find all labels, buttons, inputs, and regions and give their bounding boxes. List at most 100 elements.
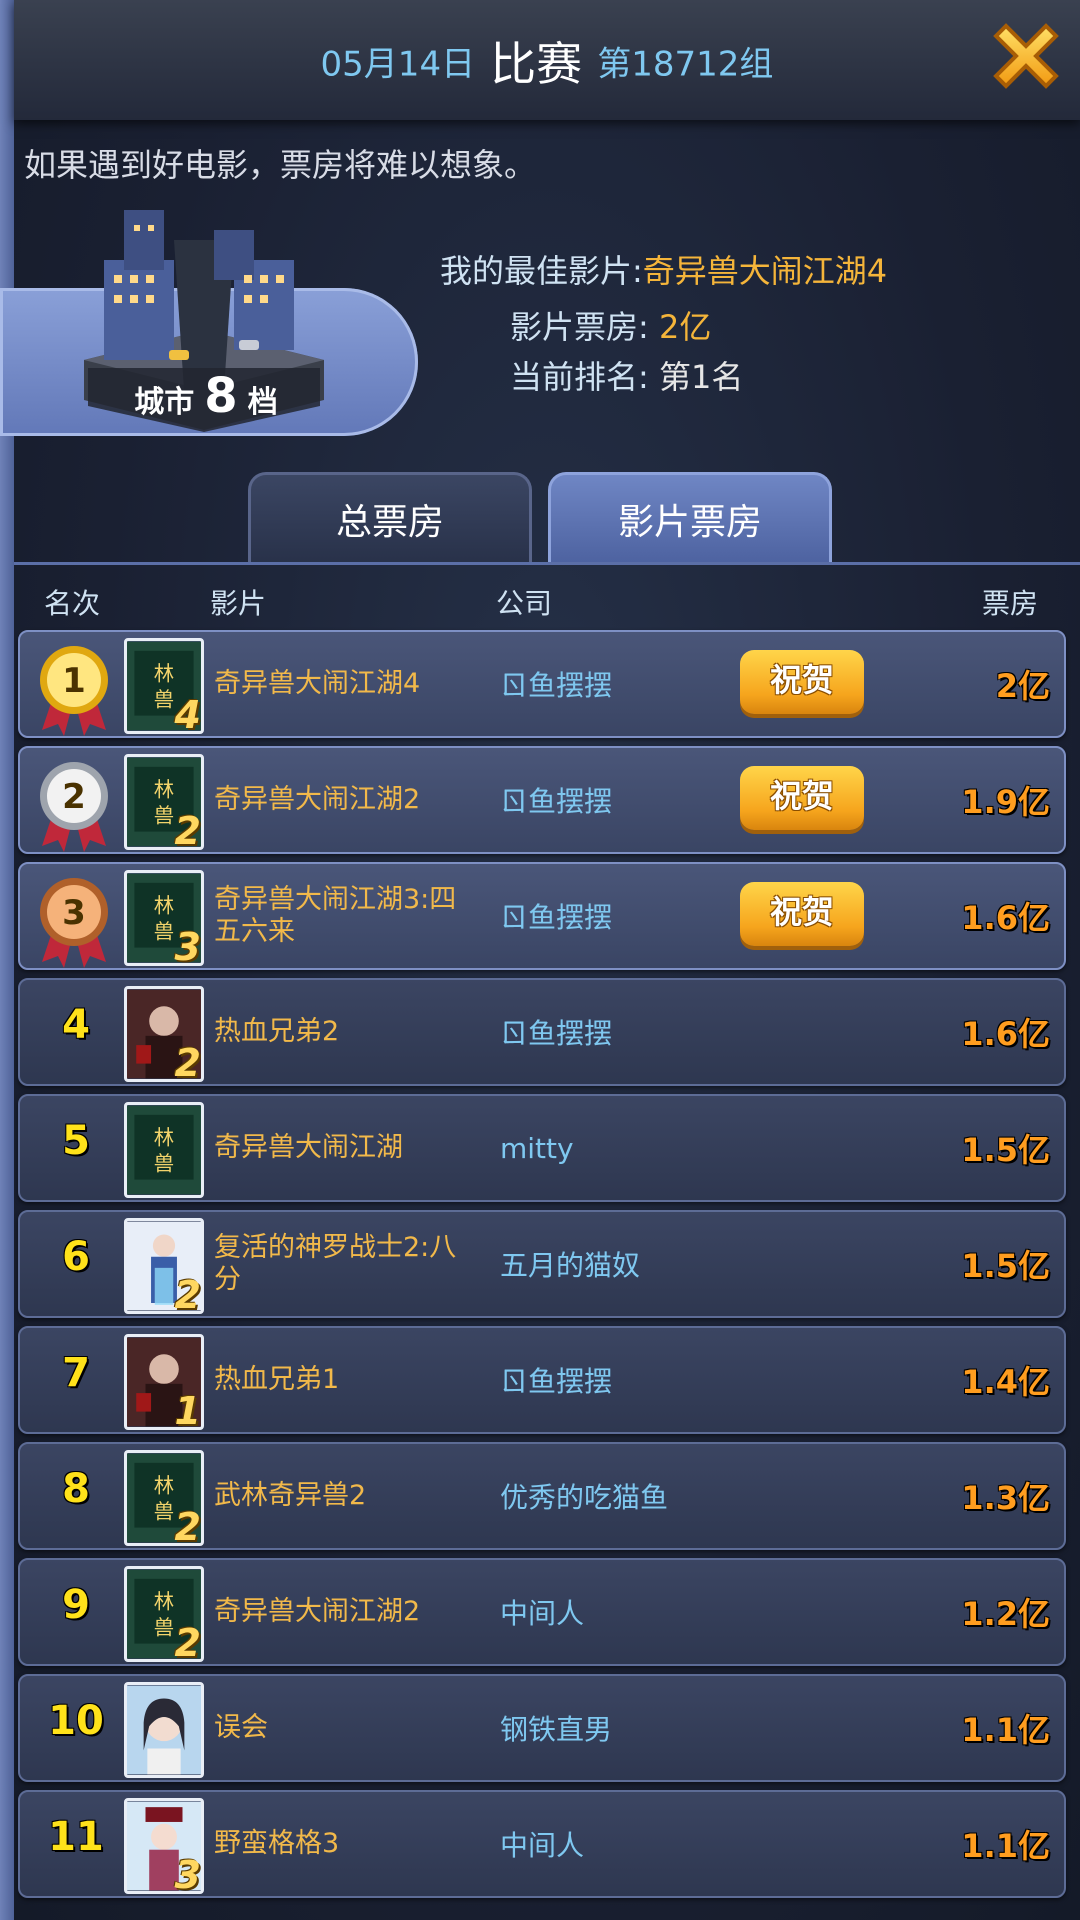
film-title: 热血兄弟1 — [214, 1364, 340, 1395]
company-name[interactable]: ㄖ鱼摆摆 — [500, 980, 612, 1084]
ranking-row[interactable]: 11 3 野蛮格格3 中间人 1.1亿 — [18, 1790, 1066, 1898]
congratulate-button[interactable]: 祝贺 — [740, 766, 864, 830]
film-sequel-number: 4 — [174, 693, 201, 734]
box-office-value: 1.3亿 — [961, 1479, 1050, 1517]
box-office-value: 2亿 — [995, 667, 1050, 705]
ranking-row[interactable]: 1 林兽 4 奇异兽大闹江湖4 ㄖ鱼摆摆 祝贺 2亿 — [18, 630, 1066, 738]
company-name[interactable]: mitty — [500, 1096, 574, 1200]
current-rank-label: 当前排名: — [510, 358, 649, 396]
svg-text:林: 林 — [154, 777, 174, 801]
company-name[interactable]: 中间人 — [500, 1792, 584, 1896]
film-title: 奇异兽大闹江湖4 — [214, 668, 421, 699]
close-icon[interactable] — [984, 14, 1068, 98]
rank-medal-number: 2 — [62, 777, 86, 817]
ranking-row[interactable]: 8 林兽 2 武林奇异兽2 优秀的吃猫鱼 1.3亿 — [18, 1442, 1066, 1550]
svg-text:林: 林 — [154, 1473, 174, 1497]
film-title: 误会 — [214, 1712, 268, 1743]
ranking-row[interactable]: 5 林兽奇异兽大闹江湖 mitty 1.5亿 — [18, 1094, 1066, 1202]
best-box-label: 影片票房: — [510, 308, 649, 346]
film-poster-image — [124, 1682, 204, 1778]
film-poster-image: 林兽2 — [124, 754, 204, 850]
film-poster-image: 林兽2 — [124, 1450, 204, 1546]
film-title: 奇异兽大闹江湖3:四五六来 — [214, 884, 457, 947]
company-name[interactable]: 五月的猫奴 — [500, 1212, 640, 1316]
rank-number: 11 — [48, 1814, 104, 1860]
ranking-row[interactable]: 3 林兽 3 奇异兽大闹江湖3:四五六来 ㄖ鱼摆摆 祝贺 1.6亿 — [18, 862, 1066, 970]
company-name[interactable]: ㄖ鱼摆摆 — [500, 748, 612, 852]
rank-number: 8 — [62, 1466, 90, 1512]
ranking-row[interactable]: 10 误会 钢铁直男 1.1亿 — [18, 1674, 1066, 1782]
box-office-value: 1.5亿 — [961, 1247, 1050, 1285]
tab-underline — [14, 562, 1080, 565]
svg-text:林: 林 — [154, 1589, 174, 1613]
svg-text:林: 林 — [154, 661, 174, 685]
city-prefix: 城市 — [134, 385, 195, 420]
city-suffix: 档 — [247, 385, 278, 420]
rank-number: 6 — [62, 1234, 90, 1280]
box-office-value: 1.5亿 — [961, 1131, 1050, 1169]
film-poster-image: 1 — [124, 1334, 204, 1430]
box-office-value: 1.4亿 — [961, 1363, 1050, 1401]
city-level-label: 城市 8 档 — [106, 368, 306, 424]
company-name[interactable]: ㄖ鱼摆摆 — [500, 864, 612, 968]
header-bar: 05月14日 比赛 第18712组 — [14, 0, 1080, 120]
film-poster-image: 林兽4 — [124, 638, 204, 734]
best-film-row: 我的最佳影片:奇异兽大闹江湖4 — [440, 246, 887, 292]
company-name[interactable]: 钢铁直男 — [500, 1676, 612, 1780]
film-poster-image: 2 — [124, 986, 204, 1082]
tab-film-box-office[interactable]: 影片票房 — [548, 472, 832, 564]
ranking-row[interactable]: 2 林兽 2 奇异兽大闹江湖2 ㄖ鱼摆摆 祝贺 1.9亿 — [18, 746, 1066, 854]
svg-text:林: 林 — [154, 893, 174, 917]
film-poster-image: 2 — [124, 1218, 204, 1314]
header-group: 第18712组 — [597, 44, 774, 85]
box-office-value: 1.2亿 — [961, 1595, 1050, 1633]
svg-text:兽: 兽 — [154, 1499, 174, 1523]
ranking-row[interactable]: 4 2 热血兄弟2 ㄖ鱼摆摆 1.6亿 — [18, 978, 1066, 1086]
film-title: 野蛮格格3 — [214, 1828, 340, 1859]
congratulate-button[interactable]: 祝贺 — [740, 650, 864, 714]
film-title: 奇异兽大闹江湖 — [214, 1132, 403, 1163]
film-sequel-number: 3 — [174, 1853, 201, 1894]
company-name[interactable]: ㄖ鱼摆摆 — [500, 1328, 612, 1432]
film-sequel-number: 2 — [174, 809, 201, 850]
ranking-row[interactable]: 7 1 热血兄弟1 ㄖ鱼摆摆 1.4亿 — [18, 1326, 1066, 1434]
film-title: 奇异兽大闹江湖2 — [214, 784, 421, 815]
current-rank-row: 当前排名: 第1名 — [510, 352, 743, 398]
film-sequel-number: 2 — [174, 1041, 201, 1082]
congratulate-button[interactable]: 祝贺 — [740, 882, 864, 946]
svg-text:兽: 兽 — [154, 919, 174, 943]
current-rank-value: 第1名 — [658, 358, 744, 396]
rank-number: 10 — [48, 1698, 104, 1744]
header-title: 05月14日 比赛 第18712组 — [14, 28, 1080, 94]
company-name[interactable]: 优秀的吃猫鱼 — [500, 1444, 668, 1548]
film-title: 奇异兽大闹江湖2 — [214, 1596, 421, 1627]
company-name[interactable]: ㄖ鱼摆摆 — [500, 632, 612, 736]
box-office-value: 1.6亿 — [961, 1015, 1050, 1053]
film-poster-image: 林兽 — [124, 1102, 204, 1198]
film-poster-image: 林兽3 — [124, 870, 204, 966]
company-name[interactable]: 中间人 — [500, 1560, 584, 1664]
column-header-rank: 名次 — [44, 587, 101, 620]
ranking-row[interactable]: 6 2 复活的神罗战士2:八分 五月的猫奴 1.5亿 — [18, 1210, 1066, 1318]
box-office-value: 1.9亿 — [961, 783, 1050, 821]
box-office-value: 1.1亿 — [961, 1827, 1050, 1865]
city-level: 8 — [204, 368, 238, 424]
header-date: 05月14日 — [320, 44, 476, 85]
film-poster-image: 3 — [124, 1798, 204, 1894]
ranking-row[interactable]: 9 林兽 2 奇异兽大闹江湖2 中间人 1.2亿 — [18, 1558, 1066, 1666]
ranking-page: 05月14日 比赛 第18712组 如果遇到好电影，票房将难以想象。 城市 8 … — [0, 0, 1080, 1920]
rank-medal-number: 1 — [62, 661, 86, 701]
tab-total-box-office[interactable]: 总票房 — [248, 472, 532, 564]
best-film-label: 我的最佳影片: — [440, 252, 643, 290]
film-poster-image: 林兽2 — [124, 1566, 204, 1662]
column-header-box-office: 票房 — [982, 587, 1039, 620]
film-title: 武林奇异兽2 — [214, 1480, 367, 1511]
film-sequel-number: 3 — [174, 925, 201, 966]
rank-number: 5 — [62, 1118, 90, 1164]
film-sequel-number: 2 — [174, 1505, 201, 1546]
header-main-title: 比赛 — [490, 37, 583, 91]
best-film-value: 奇异兽大闹江湖4 — [642, 252, 888, 290]
svg-text:兽: 兽 — [154, 687, 174, 711]
svg-text:兽: 兽 — [154, 1615, 174, 1639]
best-box-row: 影片票房: 2亿 — [510, 302, 711, 348]
